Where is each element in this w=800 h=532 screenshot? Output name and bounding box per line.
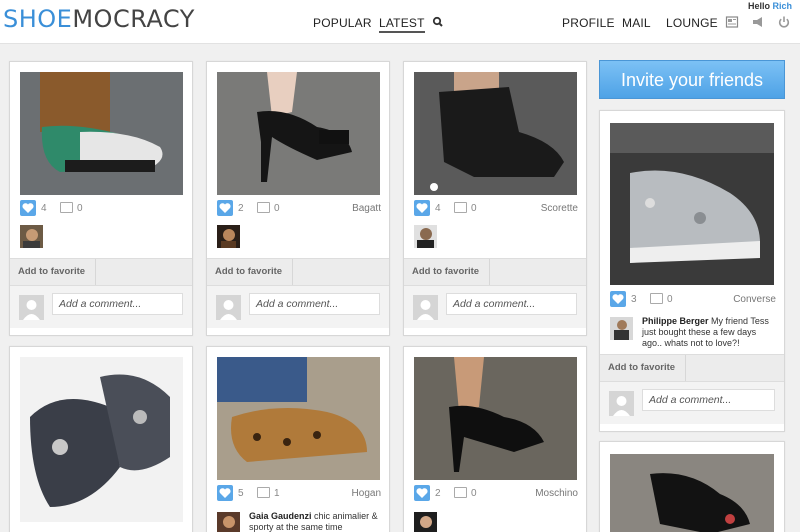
nav-popular[interactable]: POPULAR bbox=[313, 16, 372, 30]
comment-row: Add a comment... bbox=[207, 286, 389, 328]
comment-count: 0 bbox=[274, 203, 280, 214]
shoe-card bbox=[9, 346, 193, 532]
card-stats: 4 0 bbox=[20, 200, 184, 218]
like-count: 2 bbox=[435, 488, 441, 499]
shoe-card: 2 0 Moschino bbox=[403, 346, 587, 532]
site-logo[interactable]: SHOEMOCRACY bbox=[3, 6, 195, 32]
comment-input[interactable]: Add a comment... bbox=[446, 293, 577, 315]
nav-mail[interactable]: MAIL bbox=[622, 16, 651, 30]
user-avatar[interactable] bbox=[414, 512, 437, 532]
heart-icon[interactable] bbox=[20, 200, 36, 216]
comment-bubble-icon[interactable] bbox=[454, 487, 467, 498]
user-avatar[interactable] bbox=[610, 317, 633, 340]
like-count: 2 bbox=[238, 203, 244, 214]
comment-input[interactable]: Add a comment... bbox=[249, 293, 380, 315]
default-avatar-icon bbox=[19, 295, 44, 320]
comment-row: Add a comment... bbox=[404, 286, 586, 328]
favorite-bar: Add to favorite bbox=[10, 258, 192, 286]
default-avatar-icon bbox=[216, 295, 241, 320]
comment-bubble-icon[interactable] bbox=[257, 202, 270, 213]
brand-label[interactable]: Bagatt bbox=[352, 203, 381, 214]
card-stats: 2 0 Moschino bbox=[414, 485, 578, 503]
brand-label[interactable]: Moschino bbox=[535, 488, 578, 499]
comment-count: 0 bbox=[471, 203, 477, 214]
favorite-bar: Add to favorite bbox=[600, 354, 784, 382]
shoe-photo[interactable] bbox=[217, 357, 380, 480]
shoe-card: 2 0 Bagatt Add to favorite Add a comment… bbox=[206, 61, 390, 336]
heart-icon[interactable] bbox=[610, 291, 626, 307]
username-link[interactable]: Rich bbox=[772, 1, 792, 11]
heart-icon[interactable] bbox=[414, 485, 430, 501]
shoe-card: 3 0 Converse Philippe Berger My friend T… bbox=[599, 110, 785, 432]
add-favorite-button[interactable]: Add to favorite bbox=[404, 259, 490, 285]
user-avatar[interactable] bbox=[414, 225, 437, 248]
brand-label[interactable]: Scorette bbox=[541, 203, 578, 214]
user-avatar[interactable] bbox=[217, 512, 240, 532]
comment-bubble-icon[interactable] bbox=[60, 202, 73, 213]
nav-latest[interactable]: LATEST bbox=[379, 16, 425, 33]
card-stats: 3 0 Converse bbox=[610, 291, 776, 309]
heart-icon[interactable] bbox=[414, 200, 430, 216]
heart-icon[interactable] bbox=[217, 485, 233, 501]
nav-lounge[interactable]: LOUNGE bbox=[666, 16, 718, 30]
favorite-bar: Add to favorite bbox=[404, 258, 586, 286]
comment-count: 0 bbox=[471, 488, 477, 499]
add-favorite-button[interactable]: Add to favorite bbox=[207, 259, 293, 285]
top-header: SHOEMOCRACY POPULAR LATEST PROFILE MAIL … bbox=[0, 0, 800, 44]
heart-icon[interactable] bbox=[217, 200, 233, 216]
default-avatar-icon bbox=[413, 295, 438, 320]
shoe-card: 5 1 Hogan Gaia Gaudenzi chic animalier &… bbox=[206, 346, 390, 532]
comment-bubble-icon[interactable] bbox=[650, 293, 663, 304]
greeting: Hello Rich bbox=[747, 1, 792, 11]
card-caption: Gaia Gaudenzi chic animalier & sporty at… bbox=[249, 511, 378, 532]
like-count: 3 bbox=[631, 294, 637, 305]
shoe-card: 4 0 Add to favorite Add a comment... bbox=[9, 61, 193, 336]
comment-bubble-icon[interactable] bbox=[454, 202, 467, 213]
shoe-photo[interactable] bbox=[20, 357, 183, 522]
shoe-photo[interactable] bbox=[217, 72, 380, 195]
comment-count: 0 bbox=[667, 294, 673, 305]
nav-profile[interactable]: PROFILE bbox=[562, 16, 615, 30]
like-count: 4 bbox=[435, 203, 441, 214]
shoe-photo[interactable] bbox=[20, 72, 183, 195]
card-caption: Philippe Berger My friend Tess just boug… bbox=[642, 316, 769, 348]
comment-row: Add a comment... bbox=[600, 382, 784, 424]
card-stats: 5 1 Hogan bbox=[217, 485, 381, 503]
shoe-card bbox=[599, 441, 785, 532]
default-avatar-icon bbox=[609, 391, 634, 416]
comment-count: 0 bbox=[77, 203, 83, 214]
shoe-photo[interactable] bbox=[610, 454, 774, 532]
comment-input[interactable]: Add a comment... bbox=[52, 293, 183, 315]
user-avatar[interactable] bbox=[20, 225, 43, 248]
favorite-bar: Add to favorite bbox=[207, 258, 389, 286]
invite-friends-button[interactable]: Invite your friends bbox=[599, 60, 785, 99]
like-count: 4 bbox=[41, 203, 47, 214]
add-favorite-button[interactable]: Add to favorite bbox=[10, 259, 96, 285]
brand-label[interactable]: Hogan bbox=[352, 488, 381, 499]
add-favorite-button[interactable]: Add to favorite bbox=[600, 355, 686, 381]
user-avatar[interactable] bbox=[217, 225, 240, 248]
caption-username[interactable]: Gaia Gaudenzi bbox=[249, 511, 312, 521]
comment-row: Add a comment... bbox=[10, 286, 192, 328]
power-icon[interactable] bbox=[777, 15, 791, 29]
shoe-card: 4 0 Scorette Add to favorite Add a comme… bbox=[403, 61, 587, 336]
shoe-photo[interactable] bbox=[414, 357, 577, 480]
shoe-photo[interactable] bbox=[414, 72, 577, 195]
search-icon[interactable] bbox=[431, 15, 445, 29]
like-count: 5 bbox=[238, 488, 244, 499]
card-stats: 2 0 Bagatt bbox=[217, 200, 381, 218]
brand-label[interactable]: Converse bbox=[733, 294, 776, 305]
newspaper-icon[interactable] bbox=[725, 15, 739, 29]
shoe-photo[interactable] bbox=[610, 123, 774, 285]
comment-input[interactable]: Add a comment... bbox=[642, 389, 775, 411]
caption-username[interactable]: Philippe Berger bbox=[642, 316, 709, 326]
comment-bubble-icon[interactable] bbox=[257, 487, 270, 498]
card-stats: 4 0 Scorette bbox=[414, 200, 578, 218]
comment-count: 1 bbox=[274, 488, 280, 499]
megaphone-icon[interactable] bbox=[751, 15, 765, 29]
